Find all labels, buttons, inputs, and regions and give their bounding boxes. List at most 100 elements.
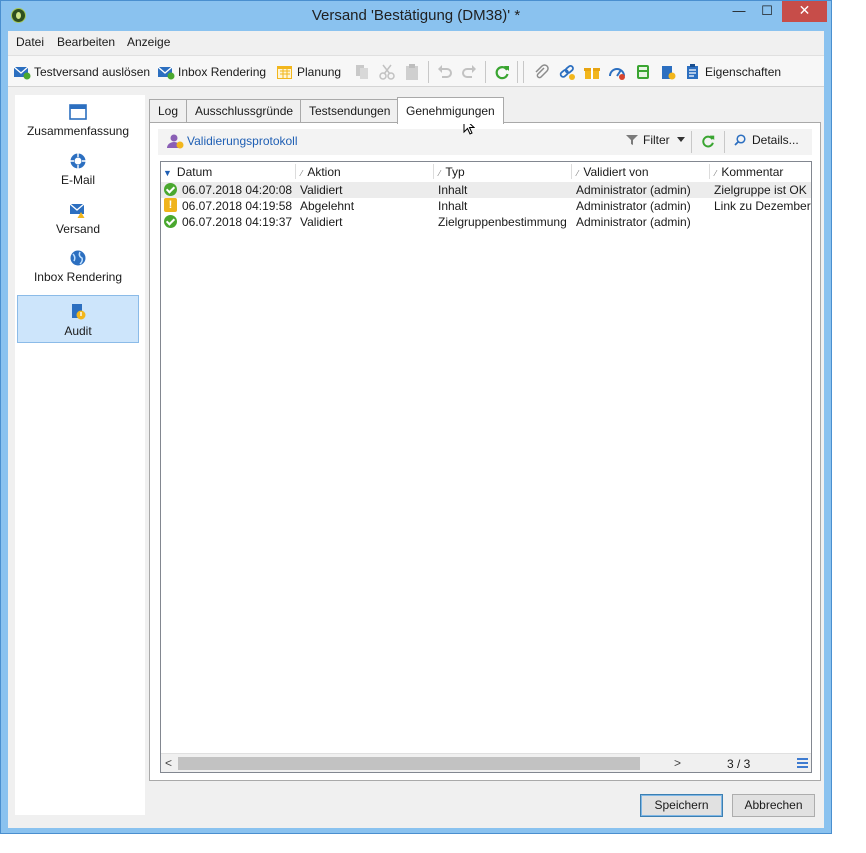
table-row[interactable]: 06.07.2018 04:19:37 Validiert Zielgruppe…: [161, 214, 811, 230]
sidebar-item-audit[interactable]: Audit: [17, 295, 139, 343]
cell-type: Inhalt: [438, 183, 468, 197]
sidebar-item-email[interactable]: E-Mail: [17, 152, 139, 196]
redo-icon[interactable]: [460, 63, 478, 81]
envelope-check-icon: [157, 66, 175, 80]
sidebar: Zusammenfassung E-Mail Versand Inbox Ren…: [15, 95, 145, 815]
window-title: Versand 'Bestätigung (DM38)' *: [311, 7, 521, 24]
calculator-icon[interactable]: [634, 63, 652, 81]
audit-icon: [72, 304, 86, 320]
refresh-icon[interactable]: [700, 133, 716, 149]
export-icon[interactable]: [659, 63, 677, 81]
column-label: Aktion: [307, 165, 341, 179]
approvals-panel: Validierungsprotokoll Filter Details... …: [149, 122, 821, 781]
horizontal-scrollbar[interactable]: < > 3 / 3: [161, 753, 811, 772]
validation-log-button[interactable]: Validierungsprotokoll: [166, 133, 298, 149]
sort-descending-icon: ▼: [163, 168, 172, 178]
delivery-icon: [69, 203, 85, 218]
cell-action: Abgelehnt: [300, 199, 355, 213]
cut-icon[interactable]: [378, 63, 396, 81]
funnel-icon: [626, 135, 638, 145]
clipboard-icon: [687, 64, 698, 79]
sidebar-item-delivery[interactable]: Versand: [17, 201, 139, 245]
speedometer-icon[interactable]: [608, 63, 626, 81]
validation-log-label: Validierungsprotokoll: [187, 134, 298, 148]
column-label: Kommentar: [721, 165, 784, 179]
inbox-rendering-button[interactable]: Inbox Rendering: [157, 62, 266, 82]
cell-action: Validiert: [300, 215, 343, 229]
approved-check-icon: [164, 215, 177, 228]
table-row[interactable]: 06.07.2018 04:20:08 Validiert Inhalt Adm…: [161, 182, 811, 198]
application-window: Versand 'Bestätigung (DM38)' * — ☐ ✕ Dat…: [0, 0, 832, 834]
details-button[interactable]: Details...: [734, 133, 799, 147]
toolbar-separator: [517, 61, 518, 83]
toolbar-separator: [485, 61, 486, 83]
column-menu-icon[interactable]: [797, 758, 808, 768]
close-button[interactable]: ✕: [782, 1, 827, 22]
gift-icon[interactable]: [583, 63, 601, 81]
chevron-down-icon: [676, 137, 685, 142]
menu-datei[interactable]: Datei: [16, 35, 44, 49]
sortable-icon: ⁄: [577, 169, 579, 178]
panel-toolbar-separator: [724, 131, 725, 153]
sidebar-item-summary[interactable]: Zusammenfassung: [17, 103, 139, 147]
planning-button[interactable]: Planung: [276, 62, 341, 82]
table-header: ▼ Datum ⁄ Aktion ⁄ Typ ⁄ Validiert von ⁄ Komm…: [161, 162, 811, 182]
warning-icon: !: [164, 198, 177, 212]
cell-validated-by: Administrator (admin): [576, 215, 691, 229]
table-row[interactable]: ! 06.07.2018 04:19:58 Abgelehnt Inhalt A…: [161, 198, 811, 214]
sidebar-item-label: E-Mail: [60, 173, 95, 187]
properties-label: Eigenschaften: [705, 65, 782, 79]
test-send-label: Testversand auslösen: [34, 65, 151, 79]
tab-approvals[interactable]: Genehmigungen: [397, 97, 504, 124]
scroll-left-arrow[interactable]: <: [165, 756, 172, 770]
cell-type: Zielgruppenbestimmung: [438, 215, 567, 229]
cell-date: 06.07.2018 04:19:37: [182, 215, 293, 229]
sidebar-item-label: Audit: [64, 324, 92, 338]
properties-button[interactable]: Eigenschaften: [684, 62, 781, 82]
menu-bar: Datei Bearbeiten Anzeige: [8, 31, 824, 53]
link-icon[interactable]: [558, 63, 576, 81]
column-header-date[interactable]: ▼ Datum: [163, 165, 212, 179]
test-send-button[interactable]: Testversand auslösen: [13, 62, 150, 82]
tab-log[interactable]: Log: [149, 99, 188, 123]
column-header-validated-by[interactable]: ⁄ Validiert von: [577, 165, 649, 179]
sidebar-item-inbox-rendering[interactable]: Inbox Rendering: [17, 249, 139, 293]
cell-validated-by: Administrator (admin): [576, 199, 691, 213]
cell-comment: Zielgruppe ist OK: [714, 183, 807, 197]
scrollbar-thumb[interactable]: [178, 757, 640, 770]
minimize-button[interactable]: —: [725, 1, 753, 22]
menu-anzeige[interactable]: Anzeige: [127, 35, 170, 49]
filter-dropdown[interactable]: Filter: [626, 133, 685, 147]
cell-action: Validiert: [300, 183, 343, 197]
cell-validated-by: Administrator (admin): [576, 183, 691, 197]
planning-label: Planung: [297, 65, 342, 79]
approved-check-icon: [164, 183, 177, 196]
cell-type: Inhalt: [438, 199, 468, 213]
title-bar[interactable]: Versand 'Bestätigung (DM38)' * — ☐ ✕: [1, 1, 831, 31]
attachment-icon[interactable]: [532, 63, 550, 81]
column-divider[interactable]: [433, 164, 434, 179]
search-icon: [734, 134, 746, 146]
copy-icon[interactable]: [353, 63, 371, 81]
tab-test-sends[interactable]: Testsendungen: [300, 99, 400, 123]
column-divider[interactable]: [709, 164, 710, 179]
paste-icon[interactable]: [403, 63, 421, 81]
toolbar-separator: [428, 61, 429, 83]
maximize-button[interactable]: ☐: [753, 1, 781, 22]
scroll-right-arrow[interactable]: >: [674, 756, 681, 770]
column-header-type[interactable]: ⁄ Typ: [439, 165, 465, 179]
tab-exclusion-reasons[interactable]: Ausschlussgründe: [186, 99, 303, 123]
column-header-comment[interactable]: ⁄ Kommentar: [715, 165, 783, 179]
save-button[interactable]: Speichern: [640, 794, 723, 817]
cancel-button[interactable]: Abbrechen: [732, 794, 815, 817]
refresh-icon[interactable]: [493, 63, 511, 81]
sidebar-item-label: Inbox Rendering: [33, 270, 123, 284]
menu-bearbeiten[interactable]: Bearbeiten: [57, 35, 115, 49]
column-divider[interactable]: [571, 164, 572, 179]
column-divider[interactable]: [295, 164, 296, 179]
undo-icon[interactable]: [436, 63, 454, 81]
column-header-action[interactable]: ⁄ Aktion: [301, 165, 341, 179]
user-check-icon: [167, 134, 184, 149]
cell-date: 06.07.2018 04:20:08: [182, 183, 293, 197]
calendar-icon: [277, 66, 292, 79]
